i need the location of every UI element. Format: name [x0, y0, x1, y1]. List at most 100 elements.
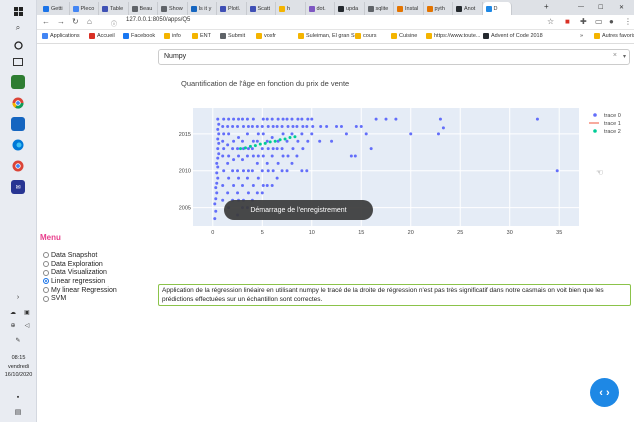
radio-label: Data Visualization [51, 269, 107, 277]
data-point [310, 117, 314, 121]
data-point [250, 169, 254, 173]
data-point [216, 137, 220, 141]
data-point [221, 183, 225, 187]
menu-radio-item[interactable]: SVM [43, 294, 117, 303]
data-point [374, 117, 378, 121]
data-point [293, 135, 297, 139]
menu-radio-item[interactable]: Data Exploration [43, 260, 117, 269]
data-point [227, 117, 231, 121]
data-point [231, 147, 235, 151]
data-point [260, 191, 264, 195]
data-point [354, 124, 358, 128]
data-point [260, 169, 264, 173]
data-point [236, 191, 240, 195]
legend-marker [593, 113, 597, 117]
data-point [384, 117, 388, 121]
data-point [231, 124, 235, 128]
data-point [276, 161, 280, 165]
data-point [236, 147, 240, 151]
data-point [239, 147, 243, 151]
data-point [281, 117, 285, 121]
radio-label: My linear Regression [51, 286, 117, 294]
data-point [256, 154, 260, 158]
data-point [276, 117, 280, 121]
data-point [245, 132, 249, 136]
data-point [245, 176, 249, 180]
radio-button[interactable] [43, 295, 49, 302]
data-point [290, 132, 294, 136]
data-point [295, 154, 299, 158]
menu-radio-list: Data Snapshot Data Exploration Data Visual… [43, 251, 117, 303]
data-point [232, 139, 236, 143]
data-point [215, 171, 219, 175]
radio-button[interactable] [43, 287, 49, 294]
x-tick-label: 5 [261, 230, 264, 236]
data-point [271, 124, 275, 128]
code-toggle-button[interactable]: ‹ › [590, 378, 619, 407]
data-point [231, 169, 235, 173]
data-point [280, 169, 284, 173]
data-point [251, 154, 255, 158]
data-point [217, 141, 221, 145]
radio-button[interactable] [43, 261, 49, 268]
data-point [255, 139, 259, 143]
data-point [226, 143, 230, 147]
data-point [270, 136, 274, 139]
data-point [266, 169, 270, 173]
data-point [243, 146, 247, 150]
menu-radio-item[interactable]: Data Snapshot [43, 251, 117, 260]
radio-button[interactable] [43, 278, 49, 285]
data-point [273, 139, 277, 143]
data-point [232, 158, 236, 162]
x-tick-label: 15 [358, 230, 364, 236]
data-point [216, 147, 220, 151]
radio-button[interactable] [43, 252, 49, 259]
menu-radio-item[interactable]: My linear Regression [43, 286, 117, 295]
data-point [318, 139, 322, 143]
data-point [241, 124, 245, 128]
data-point [305, 169, 309, 173]
data-point [237, 154, 241, 158]
data-point [275, 147, 279, 151]
data-point [236, 124, 240, 128]
data-point [270, 117, 274, 121]
menu-radio-item[interactable]: Data Visualization [43, 268, 117, 277]
data-point [261, 132, 265, 136]
data-point [240, 183, 244, 187]
legend-marker [593, 129, 597, 133]
radio-button[interactable] [43, 269, 49, 276]
data-point [255, 161, 259, 165]
x-tick-label: 30 [507, 230, 513, 236]
data-point [270, 183, 274, 187]
data-point [364, 132, 368, 136]
data-point [217, 122, 221, 126]
data-point [240, 117, 244, 121]
data-point [271, 169, 275, 173]
data-point [221, 124, 225, 128]
data-point [306, 117, 310, 121]
data-point [311, 124, 315, 128]
data-point [251, 183, 255, 187]
data-point [255, 124, 259, 128]
data-point [215, 161, 219, 165]
y-tick-label: 2010 [179, 169, 191, 175]
menu-radio-item[interactable]: Linear regression [43, 277, 117, 286]
data-point [222, 132, 226, 136]
data-point [237, 117, 241, 121]
data-point [270, 154, 274, 158]
data-point [227, 154, 231, 158]
data-point [353, 154, 357, 158]
data-point [305, 124, 309, 128]
data-point [215, 181, 219, 185]
data-point [394, 117, 398, 121]
data-point [283, 137, 287, 141]
data-point [359, 124, 363, 128]
legend-label: trace 2 [604, 129, 621, 135]
data-point [232, 117, 236, 121]
data-point [261, 154, 265, 158]
data-point [310, 132, 314, 136]
data-point [227, 132, 231, 136]
x-tick-label: 25 [457, 230, 463, 236]
y-tick-label: 2005 [179, 206, 191, 212]
data-point [265, 183, 269, 187]
